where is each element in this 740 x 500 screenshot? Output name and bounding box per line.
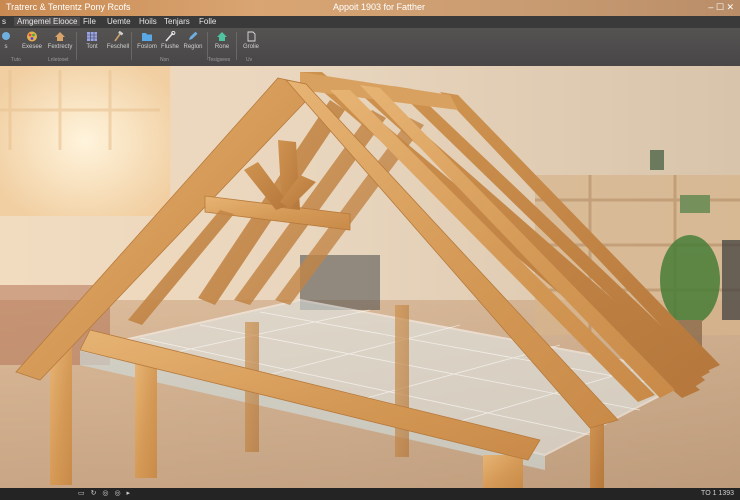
ribbon-group-label: Tesigsees	[208, 57, 231, 63]
pin-icon	[2, 32, 10, 40]
status-readout: TO 1 1393	[701, 490, 734, 497]
menu-item-tenjars[interactable]: Tenjars	[164, 17, 190, 26]
window-icon[interactable]: ▭	[78, 490, 87, 497]
grid-table-icon	[87, 32, 97, 41]
home-truss-icon	[55, 32, 65, 41]
hammer-icon	[114, 31, 124, 42]
minimize-icon[interactable]: –	[708, 2, 713, 12]
window-controls[interactable]: – ☐ ✕	[708, 2, 734, 13]
ribbon-button-feschell[interactable]: Feschell	[104, 31, 132, 63]
ribbon-separator	[76, 32, 77, 60]
window-light	[0, 66, 170, 216]
3d-viewport[interactable]	[0, 66, 740, 488]
background-computer	[722, 240, 740, 320]
refresh-icon[interactable]: ↻	[91, 490, 99, 497]
ribbon-group-label: Tuto	[11, 57, 21, 63]
menu-bar: s Amgemel Elooce File Uemte Hoils Tenjar…	[0, 16, 740, 28]
menu-item-uemte[interactable]: Uemte	[107, 17, 131, 26]
color-palette-icon	[27, 31, 37, 42]
status-bar: ▭ ↻ ◎ ◎ ▸ TO 1 1393	[0, 488, 740, 500]
menu-item-s[interactable]: s	[2, 17, 6, 26]
folder-icon	[142, 33, 152, 41]
tools-icon	[165, 31, 176, 42]
menu-item-arrangement[interactable]: Amgemel Elooce	[14, 17, 81, 26]
document-icon	[247, 31, 256, 42]
circle-icon[interactable]: ◎	[114, 490, 122, 497]
ribbon-button-exesee[interactable]: Exesee	[18, 31, 46, 63]
ribbon-separator	[131, 32, 132, 60]
ribbon-button-tont[interactable]: Tont	[78, 31, 106, 63]
document-title: Appoit 1903 for Fatther	[333, 2, 426, 12]
app-title: Tratrerc & Tententz Pony Rcofs	[6, 2, 131, 12]
status-icons: ▭ ↻ ◎ ◎ ▸	[78, 489, 132, 497]
ribbon-group-label: Lnletooet	[48, 57, 69, 63]
ribbon-toolbar: s Exesee Fextrecty Tont Feschell Foslom …	[0, 28, 740, 66]
play-icon[interactable]: ▸	[127, 490, 133, 497]
house-icon	[217, 32, 227, 41]
circle-icon[interactable]: ◎	[102, 490, 110, 497]
ribbon-button-reglon[interactable]: Reglon	[179, 31, 207, 63]
cad-app-window: Tratrerc & Tententz Pony Rcofs Appoit 19…	[0, 0, 740, 500]
title-bar: Tratrerc & Tententz Pony Rcofs Appoit 19…	[0, 0, 740, 16]
menu-item-file[interactable]: File	[83, 17, 96, 26]
menu-item-folle[interactable]: Folle	[199, 17, 216, 26]
ribbon-group-label: Uv	[246, 57, 253, 63]
menu-item-hoils[interactable]: Hoils	[139, 17, 157, 26]
ribbon-group-label: Nsn	[160, 57, 169, 63]
maximize-icon[interactable]: ☐	[716, 2, 724, 12]
close-icon[interactable]: ✕	[726, 2, 734, 12]
edit-icon	[189, 31, 198, 40]
